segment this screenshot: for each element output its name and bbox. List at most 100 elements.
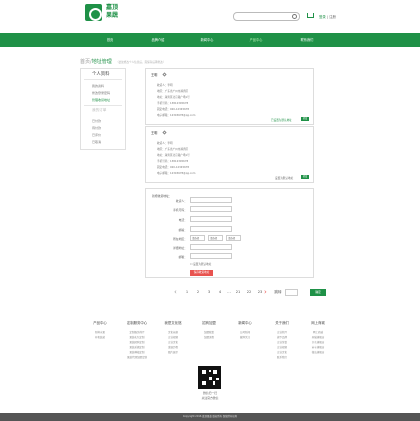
footer-link[interactable]: 果蔬种植定制	[119, 350, 155, 354]
modify-button[interactable]: 修改	[301, 175, 309, 179]
sidebar-item-paid[interactable]: 已付款	[92, 119, 101, 123]
go-button[interactable]: 确定	[310, 289, 326, 296]
sidebar-item-reviewed[interactable]: 已评价	[92, 133, 101, 137]
field-label: 手机号码：	[173, 208, 187, 212]
page-link[interactable]: 3	[205, 290, 213, 294]
login-link[interactable]: 登录	[319, 15, 326, 19]
receiver-input[interactable]	[190, 197, 232, 203]
detail-address-input[interactable]	[190, 244, 232, 250]
page-link[interactable]: 22	[245, 290, 253, 294]
district-select[interactable]: 请选择	[226, 235, 241, 241]
nav-contact[interactable]: 联系我们	[292, 37, 322, 42]
qr-caption: 微信扫一扫	[203, 391, 217, 395]
footer-col-title[interactable]: 定制服务中心	[119, 320, 155, 325]
address-line: 电子邮箱：12345678@qq.com	[157, 114, 196, 117]
footer-link[interactable]: 网上商城	[300, 330, 336, 334]
footer-link[interactable]: 图片展示	[155, 350, 191, 354]
footer-link[interactable]: 京东旗舰店	[300, 340, 336, 344]
province-select[interactable]: 请选择	[190, 235, 205, 241]
phone-input[interactable]	[190, 216, 232, 222]
sidebar-item-profile[interactable]: 我的资料	[92, 84, 104, 88]
footer-link[interactable]: 企业视频	[155, 335, 191, 339]
page-link[interactable]: 1	[183, 290, 191, 294]
sidebar-divider	[84, 105, 122, 106]
footer-link[interactable]: 果蔬礼包定制	[119, 335, 155, 339]
address-line: 收货人：李明	[157, 84, 173, 87]
footer-link[interactable]: 企业荣誉	[264, 340, 300, 344]
address-line: 手机号码：13812345678	[157, 102, 189, 105]
footer-col-title[interactable]: 招商加盟	[191, 320, 227, 325]
breadcrumb: 首页/地址管理	[80, 58, 112, 65]
prev-page-icon[interactable]: ‹	[174, 289, 177, 296]
footer-col-title[interactable]: 产品中心	[82, 320, 118, 325]
footer-link[interactable]: 加盟流程	[191, 335, 227, 339]
footer-col-title[interactable]: 新闻中心	[227, 320, 263, 325]
modify-button[interactable]: 修改	[301, 117, 309, 121]
search-icon[interactable]	[292, 14, 297, 19]
sidebar-item-address[interactable]: 管理收货地址	[92, 98, 110, 102]
footer-link[interactable]: 有机蔬菜	[82, 335, 118, 339]
address-line: 手机号码：13812345678	[157, 160, 189, 163]
page-link[interactable]: 2	[194, 290, 202, 294]
page-jump-input[interactable]	[285, 289, 298, 296]
page-link[interactable]: 4	[216, 290, 224, 294]
page-link[interactable]: 21	[234, 290, 242, 294]
footer-link[interactable]: 微店旗舰店	[300, 350, 336, 354]
city-select[interactable]: 请选择	[208, 235, 223, 241]
footer-link[interactable]: 果蔬采摘定制	[119, 345, 155, 349]
breadcrumb-parent[interactable]: 首页	[80, 59, 90, 65]
set-default-link[interactable]: 设置为默认地址	[275, 176, 293, 180]
footer-link[interactable]: 公司新闻	[227, 330, 263, 334]
page-link[interactable]: 23	[256, 290, 264, 294]
footer-link[interactable]: 媒体关注	[227, 335, 263, 339]
nav-brand[interactable]: 品牌介绍	[143, 37, 173, 42]
footer-link[interactable]: 果蔬代理加盟定制	[119, 355, 155, 359]
address-line: 地址：越秀区北京路广场1号	[157, 96, 190, 99]
footer-link[interactable]: 天猫旗舰店	[300, 335, 336, 339]
search-input[interactable]	[233, 12, 300, 21]
default-checkbox[interactable]: ☐ 设置为默认地址	[190, 262, 211, 266]
footer-link[interactable]: 企业简介	[264, 330, 300, 334]
field-label: 详细地址：	[173, 246, 187, 250]
next-page-icon[interactable]: ›	[264, 289, 267, 296]
footer-col-title[interactable]: 关于我们	[264, 320, 300, 325]
nav-news[interactable]: 新闻中心	[192, 37, 222, 42]
footer-link[interactable]: 联系我们	[264, 355, 300, 359]
footer-link[interactable]: 苏宁旗舰店	[300, 345, 336, 349]
footer-col-title[interactable]: 我是文化馆	[155, 320, 191, 325]
footer-link[interactable]: 果蔬团购定制	[119, 340, 155, 344]
address-line: 收货人：李明	[157, 142, 173, 145]
footer-col-title[interactable]: 网上商城	[300, 320, 336, 325]
footer-link[interactable]: 旗下品牌	[264, 335, 300, 339]
footer-link[interactable]: 新鲜水果	[82, 330, 118, 334]
address-line: 电子邮箱：12345678@qq.com	[157, 172, 196, 175]
footer-link[interactable]: 企业文化	[264, 350, 300, 354]
logo-icon[interactable]	[85, 4, 102, 21]
sidebar-divider	[84, 79, 122, 80]
sidebar-item-password[interactable]: 修改登录密码	[92, 91, 110, 95]
sidebar-title-2: 我的订单	[92, 108, 107, 112]
sidebar-title: 个人资料	[92, 72, 110, 77]
register-link[interactable]: 注册	[329, 15, 336, 19]
nav-products[interactable]: 产品中心	[241, 37, 271, 42]
zip-input[interactable]	[190, 226, 232, 232]
address-line: 地址：越秀区北京路广场1号	[157, 154, 190, 157]
footer-link[interactable]: 企业文化	[155, 340, 191, 344]
footer-link[interactable]: 定制服务简介	[119, 330, 155, 334]
footer-link[interactable]: 文化长廊	[155, 330, 191, 334]
save-address-button[interactable]: 保存收货地址	[190, 270, 213, 276]
nav-home[interactable]: 首页	[95, 37, 125, 42]
header-sep: |	[326, 15, 329, 19]
footer-link[interactable]: 发展历程	[155, 345, 191, 349]
footer-link[interactable]: 企业视频	[264, 345, 300, 349]
sidebar-item-unpaid[interactable]: 待付款	[92, 126, 101, 130]
address-name: 王明	[151, 131, 158, 135]
page-ellipsis: ...	[227, 290, 231, 294]
mobile-input[interactable]	[190, 206, 232, 212]
sidebar-item-cancelled[interactable]: 已取消	[92, 140, 101, 144]
email-input[interactable]	[190, 253, 232, 259]
cart-icon[interactable]	[307, 13, 314, 18]
field-label: 邮箱：	[178, 255, 187, 259]
default-address-label: 已设置为默认地址	[271, 119, 292, 122]
footer-link[interactable]: 加盟政策	[191, 330, 227, 334]
